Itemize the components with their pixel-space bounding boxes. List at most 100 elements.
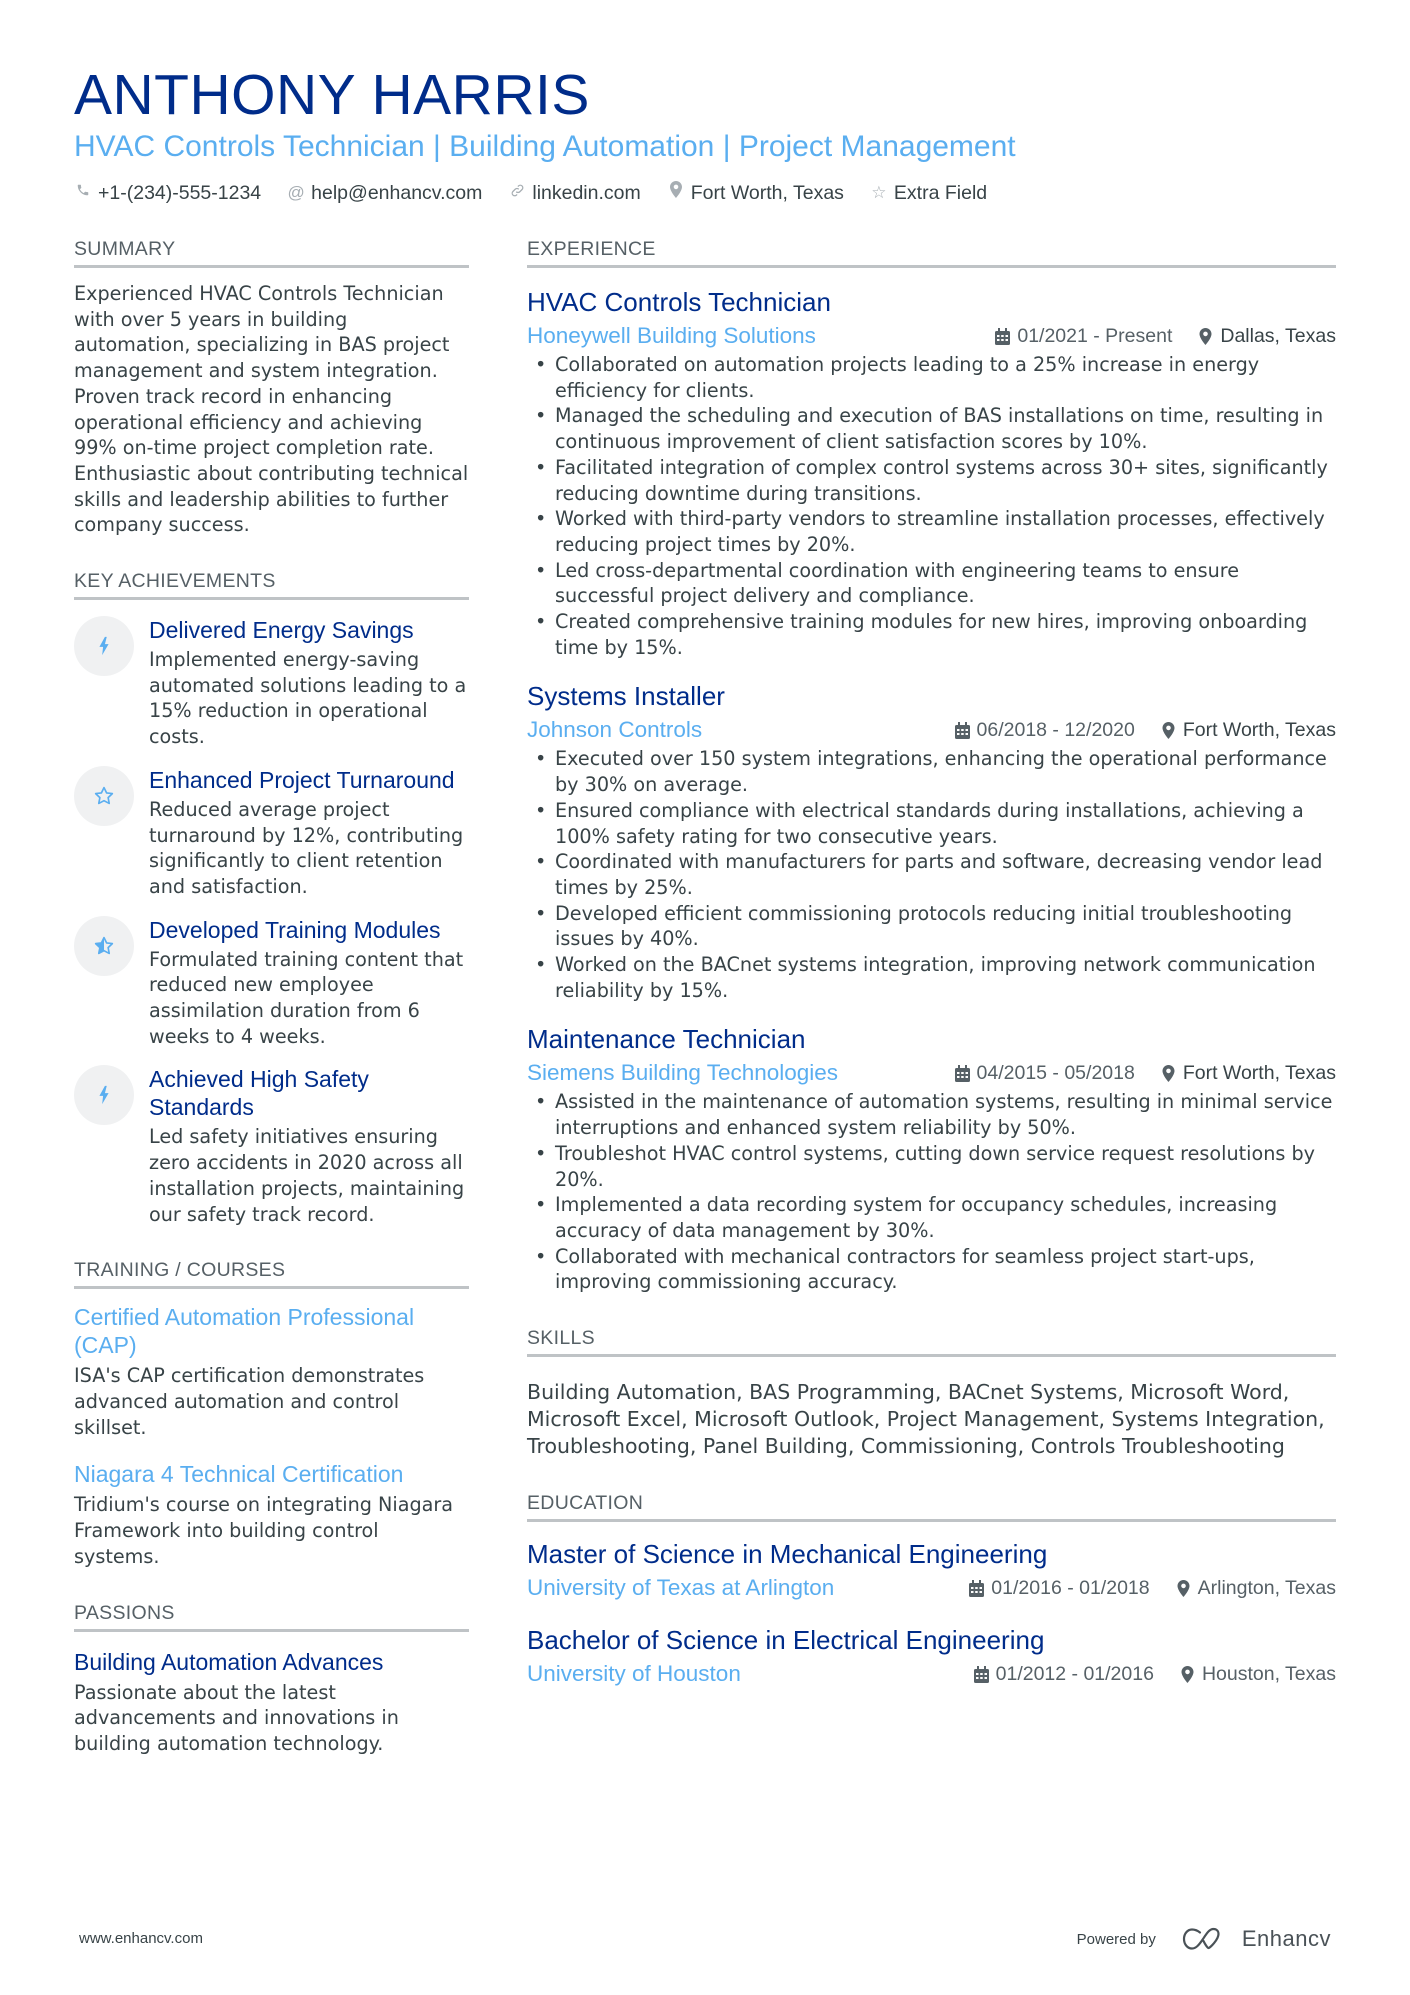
star-icon: ☆ [871, 183, 887, 202]
job-entry: HVAC Controls Technician Honeywell Build… [527, 286, 1336, 660]
job-bullet: Ensured compliance with electrical stand… [527, 798, 1336, 849]
achievement-item: Achieved High Safety Standards Led safet… [74, 1065, 469, 1227]
calendar-icon [973, 1665, 989, 1683]
location-pin-icon [1162, 721, 1175, 739]
star-outline-icon [74, 765, 134, 826]
summary-section: SUMMARY Experienced HVAC Controls Techni… [74, 236, 469, 538]
passion-description: Passionate about the latest advancements… [74, 1680, 399, 1755]
powered-by-label: Powered by [1076, 1930, 1156, 1948]
calendar-icon [954, 1064, 970, 1082]
job-bullets: Assisted in the maintenance of automatio… [527, 1089, 1336, 1295]
job-dates: 04/2015 - 05/2018 [976, 1061, 1135, 1084]
course-description: ISA's CAP certification demonstrates adv… [74, 1364, 425, 1439]
education-dates: 01/2016 - 01/2018 [991, 1576, 1150, 1599]
contact-email[interactable]: @ help@enhancv.com [287, 179, 483, 207]
job-bullet: Executed over 150 system integrations, e… [527, 746, 1336, 797]
job-dates: 01/2021 - Present [1017, 324, 1173, 347]
enhancv-brand-name: Enhancv [1241, 1926, 1331, 1951]
location-pin-icon [1177, 1579, 1190, 1597]
achievements-heading: KEY ACHIEVEMENTS [74, 568, 469, 601]
lightning-bolt-icon [74, 1065, 134, 1126]
job-bullet: Collaborated on automation projects lead… [527, 352, 1336, 403]
page-footer: www.enhancv.com Powered by Enhancv [79, 1926, 1331, 1960]
achievement-title: Achieved High Safety Standards [149, 1066, 369, 1121]
achievement-title: Delivered Energy Savings [149, 617, 414, 644]
calendar-icon [995, 327, 1011, 345]
contact-email-text: help@enhancv.com [311, 182, 483, 204]
achievement-item: Delivered Energy Savings Implemented ene… [74, 616, 469, 750]
company-name: Honeywell Building Solutions [527, 323, 816, 348]
link-icon [508, 179, 526, 207]
passions-section: PASSIONS Building Automation Advances Pa… [74, 1600, 469, 1757]
phone-icon [74, 179, 92, 207]
contact-location: Fort Worth, Texas [667, 179, 844, 207]
at-icon: @ [287, 183, 305, 202]
contact-phone[interactable]: +1-(234)-555-1234 [74, 179, 261, 207]
education-entry: Bachelor of Science in Electrical Engine… [527, 1624, 1336, 1688]
job-bullets: Executed over 150 system integrations, e… [527, 746, 1336, 1003]
job-bullet: Assisted in the maintenance of automatio… [527, 1089, 1336, 1140]
job-bullet: Coordinated with manufacturers for parts… [527, 849, 1336, 900]
star-half-icon [74, 915, 134, 976]
contact-bar: +1-(234)-555-1234 @ help@enhancv.com lin… [74, 179, 1336, 207]
achievements-section: KEY ACHIEVEMENTS Delivered Energy Saving… [74, 568, 469, 1227]
calendar-icon [969, 1579, 985, 1597]
passions-heading: PASSIONS [74, 1600, 469, 1632]
calendar-icon [954, 721, 970, 739]
location-pin-icon [1181, 1665, 1194, 1683]
achievement-item: Developed Training Modules Formulated tr… [74, 915, 469, 1050]
job-bullet: Led cross-departmental coordination with… [527, 558, 1336, 609]
location-pin-icon [1162, 1064, 1175, 1082]
job-location: Dallas, Texas [1220, 324, 1336, 347]
right-column: EXPERIENCE HVAC Controls Technician Hone… [527, 236, 1336, 1718]
skills-section: SKILLS Building Automation, BAS Programm… [527, 1325, 1336, 1460]
contact-linkedin[interactable]: linkedin.com [508, 179, 641, 207]
course-title: Certified Automation Professional (CAP) [74, 1304, 415, 1359]
achievement-description: Implemented energy-saving automated solu… [149, 648, 467, 749]
course-title: Niagara 4 Technical Certification [74, 1461, 404, 1488]
job-bullet: Managed the scheduling and execution of … [527, 403, 1336, 454]
footer-website-link[interactable]: www.enhancv.com [79, 1930, 203, 1947]
passion-item: Building Automation Advances Passionate … [74, 1648, 469, 1757]
skills-list: Building Automation, BAS Programming, BA… [527, 1380, 1325, 1459]
education-location: Houston, Texas [1201, 1662, 1336, 1685]
job-bullet: Implemented a data recording system for … [527, 1192, 1336, 1243]
job-bullets: Collaborated on automation projects lead… [527, 352, 1336, 660]
enhancv-logo-icon [1182, 1927, 1220, 1950]
candidate-headline: HVAC Controls Technician | Building Auto… [74, 130, 1016, 163]
summary-text: Experienced HVAC Controls Technician wit… [74, 282, 469, 537]
job-bullet: Worked with third-party vendors to strea… [527, 506, 1336, 557]
achievement-description: Reduced average project turnaround by 12… [149, 797, 464, 898]
education-section: EDUCATION Master of Science in Mechanica… [527, 1490, 1336, 1688]
training-section: TRAINING / COURSES Certified Automation … [74, 1257, 469, 1569]
job-location: Fort Worth, Texas [1182, 1061, 1336, 1084]
contact-linkedin-text: linkedin.com [532, 182, 641, 204]
contact-extra-field: ☆ Extra Field [870, 179, 987, 207]
course-item: Certified Automation Professional (CAP) … [74, 1303, 469, 1440]
skills-heading: SKILLS [527, 1325, 1336, 1358]
achievement-item: Enhanced Project Turnaround Reduced aver… [74, 765, 469, 900]
training-heading: TRAINING / COURSES [74, 1257, 469, 1290]
contact-phone-text: +1-(234)-555-1234 [98, 182, 262, 204]
job-title: Systems Installer [527, 681, 725, 712]
candidate-name: ANTHONY HARRIS [74, 63, 590, 127]
job-title: HVAC Controls Technician [527, 287, 831, 317]
job-bullet: Troubleshot HVAC control systems, cuttin… [527, 1141, 1336, 1192]
achievement-description: Formulated training content that reduced… [149, 947, 464, 1048]
location-pin-icon [1199, 327, 1212, 345]
company-name: Johnson Controls [527, 717, 703, 743]
contact-extra-text: Extra Field [893, 182, 988, 204]
job-bullet: Developed efficient commissioning protoc… [527, 901, 1336, 952]
job-title: Maintenance Technician [527, 1024, 806, 1055]
enhancv-logo[interactable]: Enhancv [1182, 1926, 1331, 1952]
course-item: Niagara 4 Technical Certification Tridiu… [74, 1460, 469, 1569]
degree-title: Bachelor of Science in Electrical Engine… [527, 1625, 1045, 1656]
location-pin-icon [667, 179, 685, 207]
contact-location-text: Fort Worth, Texas [690, 182, 844, 204]
job-entry: Maintenance Technician Siemens Building … [527, 1023, 1336, 1295]
achievement-title: Developed Training Modules [149, 916, 441, 943]
job-bullet: Created comprehensive training modules f… [527, 609, 1336, 660]
school-name: University of Houston [527, 1661, 741, 1687]
job-bullet: Facilitated integration of complex contr… [527, 455, 1336, 506]
lightning-bolt-icon [74, 616, 134, 677]
